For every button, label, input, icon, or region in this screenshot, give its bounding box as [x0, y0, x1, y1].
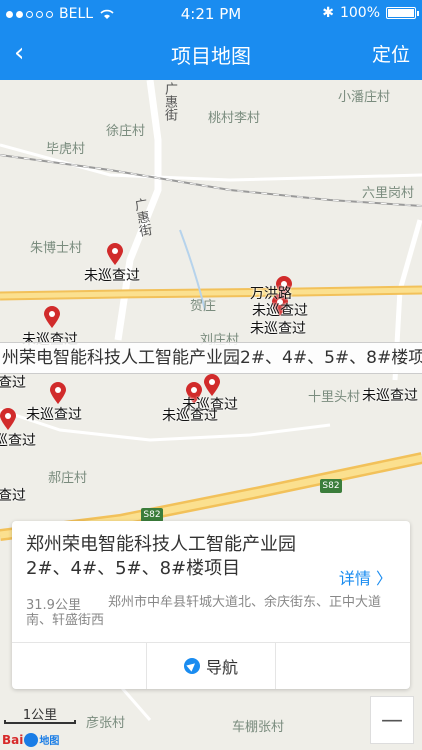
place-label: 徐庄村	[106, 124, 146, 139]
detail-link[interactable]: 详情 〉	[339, 565, 392, 589]
map-pin-icon[interactable]	[44, 306, 60, 328]
pin-label: 未巡查过	[0, 375, 26, 391]
project-info-card: 郑州荣电智能科技人工智能产业园2#、4#、5#、8#楼项目 详情 〉 31.9公…	[12, 521, 410, 689]
pin-label: 未巡查过	[362, 388, 418, 404]
page-title: 项目地图	[171, 44, 251, 68]
map-pin-icon[interactable]	[107, 243, 123, 265]
highway-shield: S82	[141, 508, 163, 522]
map-pin-icon[interactable]	[0, 408, 16, 430]
pin-label: 未巡查过	[250, 321, 306, 337]
place-label: 彦张村	[86, 716, 126, 731]
pin-label: 未巡查过	[252, 303, 308, 319]
bluetooth-icon: ✱	[322, 5, 334, 21]
map-view[interactable]: 小潘庄村 桃村李村 徐庄村 毕虎村 六里岗村 朱博士村 贺庄 刘庄村 十里头村 …	[0, 80, 422, 750]
pin-label: 未巡查过	[0, 433, 36, 449]
place-label: 十里头村	[308, 390, 361, 405]
locate-button[interactable]: 定位	[372, 40, 410, 67]
navigate-label: 导航	[205, 658, 238, 677]
road-label: 广惠街	[162, 82, 177, 121]
status-bar: BELL 4:21 PM ✱ 100%	[0, 0, 422, 28]
battery-percent: 100%	[339, 5, 380, 21]
baidu-map-logo: Bai 地图	[2, 732, 60, 747]
map-pin-icon[interactable]	[50, 382, 66, 404]
scale-bar	[4, 720, 76, 724]
zoom-out-button[interactable]: —	[370, 696, 414, 744]
status-right: ✱ 100%	[322, 5, 419, 21]
pin-label: 未巡查过	[0, 488, 26, 504]
selected-project-tip[interactable]: 州荣电智能科技人工智能产业园2#、4#、5#、8#楼项	[0, 342, 422, 374]
navigate-button[interactable]: 导航	[146, 643, 276, 689]
pin-label: 未巡查过	[162, 408, 218, 424]
highway-shield: S82	[320, 479, 342, 493]
place-label: 六里岗村	[362, 186, 415, 201]
map-pin-icon[interactable]	[204, 374, 220, 396]
place-label: 车棚张村	[232, 720, 285, 735]
navigation-icon	[183, 658, 200, 674]
place-label: 小潘庄村	[338, 90, 391, 105]
scale-label: 1公里	[22, 708, 58, 723]
project-title: 郑州荣电智能科技人工智能产业园2#、4#、5#、8#楼项目	[26, 534, 296, 579]
place-label: 贺庄	[190, 299, 217, 314]
place-label: 郝庄村	[48, 471, 88, 486]
nav-bar: ‹ 项目地图 定位	[0, 28, 422, 80]
place-label: 桃村李村	[208, 111, 261, 126]
place-label: 朱博士村	[30, 241, 83, 256]
battery-icon	[386, 7, 419, 19]
address-text: 郑州市中牟县轩城大道北、余庆街东、正中大道南、轩盛街西	[26, 595, 382, 628]
pin-label: 未巡查过	[26, 407, 82, 423]
pin-label: 未巡查过	[84, 268, 140, 284]
paw-icon	[24, 732, 39, 747]
place-label: 毕虎村	[46, 142, 86, 157]
